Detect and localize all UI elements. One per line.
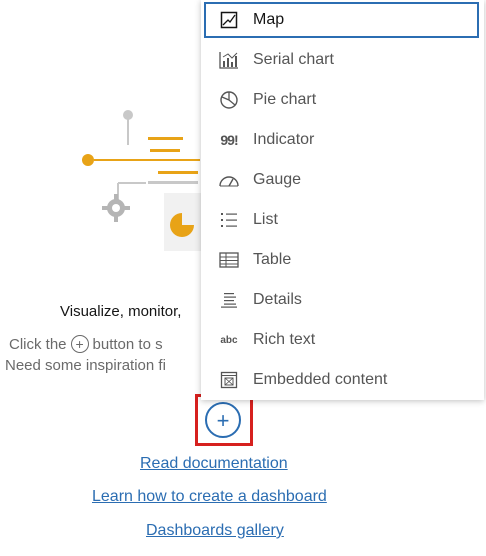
rich-text-glyph: abc	[220, 334, 238, 346]
menu-item-rich-text[interactable]: abc Rich text	[201, 320, 484, 360]
menu-item-label: Details	[253, 291, 302, 308]
inspiration-line: Need some inspiration fi	[5, 357, 166, 374]
serial-chart-icon	[217, 48, 241, 72]
instruction-before: Click the	[9, 335, 67, 353]
menu-item-label: Rich text	[253, 331, 316, 348]
menu-item-label: Gauge	[253, 171, 302, 188]
menu-item-label: Serial chart	[253, 51, 334, 68]
menu-item-embedded-content[interactable]: Embedded content	[201, 360, 484, 400]
read-documentation-link[interactable]: Read documentation	[140, 455, 288, 473]
gauge-icon	[217, 168, 241, 192]
menu-item-list[interactable]: List	[201, 200, 484, 240]
menu-item-label: Pie chart	[253, 91, 317, 108]
details-icon	[217, 288, 241, 312]
menu-item-details[interactable]: Details	[201, 280, 484, 320]
menu-item-serial-chart[interactable]: Serial chart	[201, 40, 484, 80]
page-headline: Visualize, monitor,	[60, 303, 182, 320]
menu-item-indicator[interactable]: 99! Indicator	[201, 120, 484, 160]
add-widget-highlight: +	[195, 394, 253, 446]
menu-item-label: Table	[253, 251, 292, 268]
indicator-icon: 99!	[217, 128, 241, 152]
menu-item-label: Map	[253, 11, 285, 28]
dashboards-gallery-link[interactable]: Dashboards gallery	[146, 522, 284, 540]
inline-add-icon: +	[70, 335, 89, 353]
instruction-after: button to s	[92, 335, 163, 353]
add-element-menu: Map Serial chart Pie chart 99! Indicator…	[201, 0, 484, 400]
list-icon	[217, 208, 241, 232]
map-icon	[217, 8, 241, 32]
rich-text-icon: abc	[217, 328, 241, 352]
table-icon	[217, 248, 241, 272]
menu-item-label: Embedded content	[253, 371, 388, 388]
gear-icon	[102, 194, 130, 222]
add-widget-button[interactable]: +	[205, 402, 241, 438]
menu-item-map[interactable]: Map	[204, 2, 479, 38]
instruction-line: Click the + button to s	[9, 335, 163, 353]
learn-create-dashboard-link[interactable]: Learn how to create a dashboard	[92, 488, 327, 506]
menu-item-label: List	[253, 211, 278, 228]
menu-item-table[interactable]: Table	[201, 240, 484, 280]
menu-item-pie-chart[interactable]: Pie chart	[201, 80, 484, 120]
indicator-glyph: 99!	[220, 132, 238, 148]
embedded-content-icon	[217, 368, 241, 392]
pie-chart-icon	[217, 88, 241, 112]
menu-item-gauge[interactable]: Gauge	[201, 160, 484, 200]
menu-item-label: Indicator	[253, 131, 315, 148]
